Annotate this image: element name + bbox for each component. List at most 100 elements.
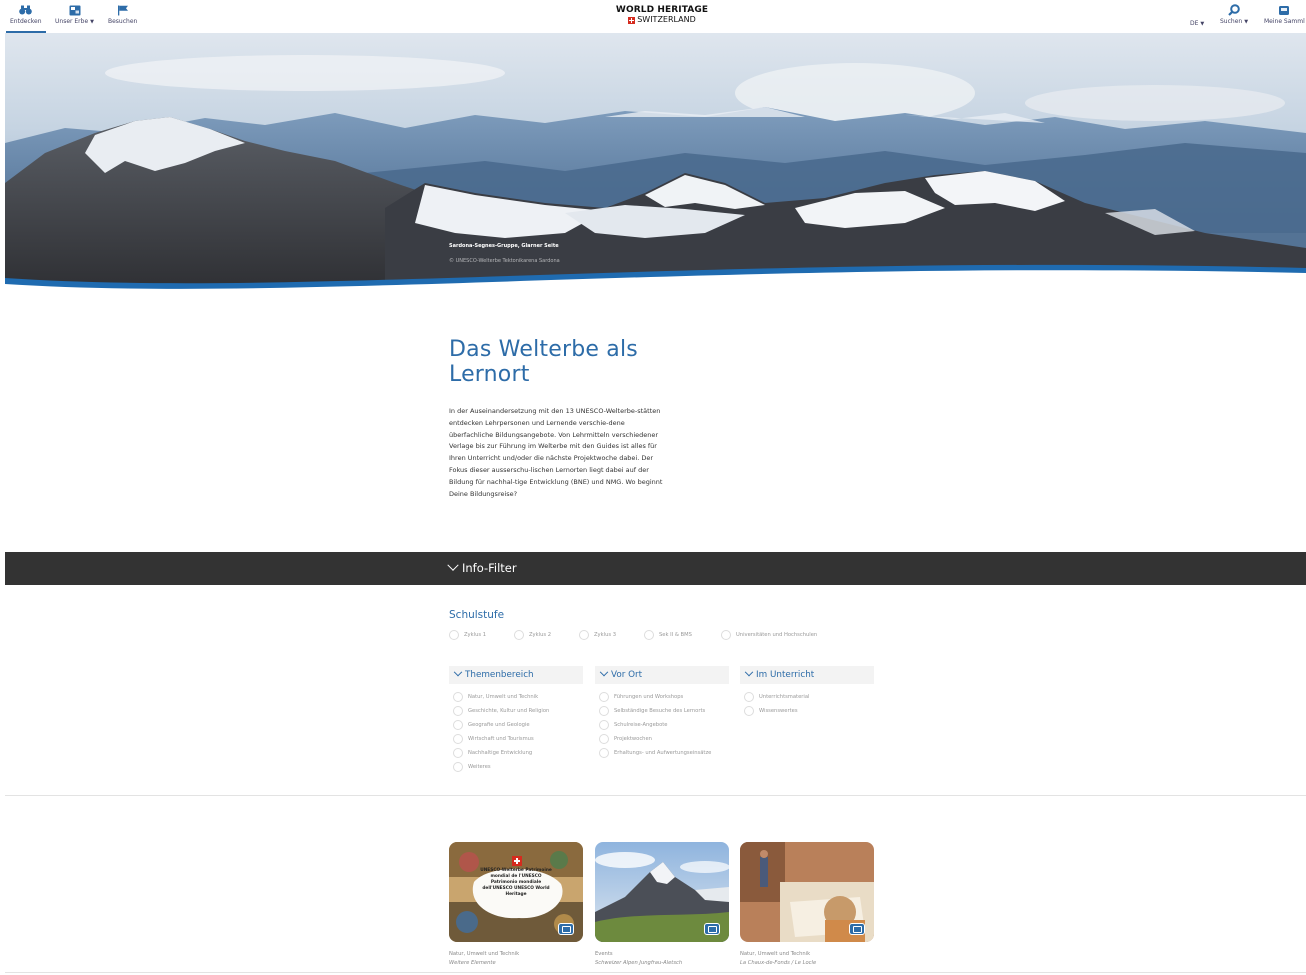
radio-label: Schulreise-Angebote: [614, 722, 668, 728]
radio-option[interactable]: Führungen und Workshops: [599, 690, 729, 704]
radio-circle[interactable]: [453, 720, 463, 730]
chevron-down-icon: [447, 559, 459, 571]
radio-zyklus-1[interactable]: Zyklus 1: [449, 630, 514, 640]
radio-circle[interactable]: [453, 706, 463, 716]
card-image-mountain[interactable]: [595, 842, 729, 942]
info-filter-toggle[interactable]: Info-Filter: [447, 559, 517, 575]
radio-option[interactable]: Weiteres: [453, 760, 583, 774]
card-image-museum[interactable]: [740, 842, 874, 942]
radio-option[interactable]: Nachhaltige Entwicklung: [453, 746, 583, 760]
learning-material-icon: [704, 923, 720, 935]
radio-option[interactable]: Natur, Umwelt und Technik: [453, 690, 583, 704]
radio-label: Projektwochen: [614, 736, 652, 742]
radio-circle[interactable]: [453, 762, 463, 772]
filter-group-title: Vor Ort: [611, 670, 643, 680]
hero-caption-title: Sardona-Segnes-Gruppe, Glarner Seite: [449, 243, 559, 249]
filter-group-header[interactable]: Themenbereich: [449, 666, 583, 684]
nav-label: Suchen: [1220, 18, 1243, 25]
top-navigation: Entdecken Unser Erbe ▼ Besuchen WORLD HER…: [0, 0, 1306, 33]
radio-label: Universitäten und Hochschulen: [736, 632, 818, 638]
filter-options: Führungen und Workshops Selbständige Bes…: [595, 690, 729, 760]
radio-label: Wissenswertes: [759, 708, 798, 714]
nav-suchen[interactable]: Suchen ▼: [1220, 4, 1248, 25]
language-label: DE: [1190, 20, 1199, 27]
radio-circle[interactable]: [644, 630, 654, 640]
radio-sek-ii-bms[interactable]: Sek II & BMS: [644, 630, 721, 640]
card-image-unesco-poster[interactable]: UNESCO-Welterbe Patrimoine mondial de l'…: [449, 842, 583, 942]
radio-circle[interactable]: [453, 692, 463, 702]
info-filter-bar[interactable]: Info-Filter: [5, 552, 1306, 585]
radio-circle[interactable]: [453, 748, 463, 758]
card-category: Natur, Umwelt und Technik: [449, 951, 520, 957]
radio-option[interactable]: Selbständige Besuche des Lernorts: [599, 704, 729, 718]
hero-banner: Sardona-Segnes-Gruppe, Glarner Seite © U…: [5, 33, 1306, 303]
schulstufe-heading: Schulstufe: [449, 609, 505, 621]
radio-circle[interactable]: [449, 630, 459, 640]
filter-group-header[interactable]: Im Unterricht: [740, 666, 874, 684]
filter-group-title: Im Unterricht: [756, 670, 815, 680]
radio-label: Sek II & BMS: [659, 632, 692, 638]
nav-label: Meine Samml: [1264, 18, 1305, 25]
card-subtitle: La Chaux-de-Fonds / Le Locle: [740, 960, 817, 966]
nav-meine-sammlung[interactable]: Meine Samml: [1264, 4, 1305, 25]
chevron-down-icon: ▼: [1200, 21, 1205, 27]
hero-caption: Sardona-Segnes-Gruppe, Glarner Seite © U…: [449, 243, 560, 264]
radio-circle[interactable]: [744, 706, 754, 716]
radio-zyklus-2[interactable]: Zyklus 2: [514, 630, 579, 640]
radio-option[interactable]: Geschichte, Kultur und Religion: [453, 704, 583, 718]
divider: [5, 795, 1306, 796]
divider: [5, 972, 1306, 973]
result-card[interactable]: Events Schweizer Alpen Jungfrau-Aletsch: [595, 842, 729, 966]
filter-group-header[interactable]: Vor Ort: [595, 666, 729, 684]
filter-group-themenbereich: Themenbereich Natur, Umwelt und Technik …: [449, 666, 583, 774]
nav-label-wrap: Suchen ▼: [1220, 18, 1248, 25]
intro-paragraph: In der Auseinandersetzung mit den 13 UNE…: [449, 407, 663, 498]
radio-circle[interactable]: [599, 720, 609, 730]
radio-label: Zyklus 1: [464, 632, 487, 638]
hero-mountain-image: [5, 33, 1306, 303]
card-category: Events: [595, 951, 613, 957]
radio-label: Geschichte, Kultur und Religion: [468, 708, 550, 714]
map-book-icon: [68, 4, 82, 16]
world-heritage-logo[interactable]: WORLD HERITAGE SWITZERLAND: [560, 6, 764, 24]
radio-option[interactable]: Erhaltungs- und Aufwertungseinsätze: [599, 746, 729, 760]
radio-circle[interactable]: [721, 630, 731, 640]
chevron-down-icon: [744, 667, 754, 677]
card-subtitle: Weitere Elemente: [449, 960, 496, 966]
nav-entdecken[interactable]: Entdecken: [6, 4, 45, 33]
filter-options: Natur, Umwelt und Technik Geschichte, Ku…: [449, 690, 583, 774]
nav-besuchen[interactable]: Besuchen: [108, 4, 137, 25]
radio-circle[interactable]: [514, 630, 524, 640]
learning-material-icon: [849, 923, 865, 935]
radio-circle[interactable]: [599, 734, 609, 744]
filter-group-im-unterricht: Im Unterricht Unterrichtsmaterial Wissen…: [740, 666, 874, 718]
radio-label: Zyklus 3: [594, 632, 617, 638]
radio-option[interactable]: Unterrichtsmaterial: [744, 690, 874, 704]
swiss-flag-icon: [628, 16, 636, 24]
radio-option[interactable]: Wissenswertes: [744, 704, 874, 718]
radio-circle[interactable]: [453, 734, 463, 744]
radio-option[interactable]: Wirtschaft und Tourismus: [453, 732, 583, 746]
learning-material-icon: [558, 923, 574, 935]
result-card[interactable]: UNESCO-Welterbe Patrimoine mondial de l'…: [449, 842, 583, 966]
radio-option[interactable]: Projektwochen: [599, 732, 729, 746]
filter-options: Unterrichtsmaterial Wissenswertes: [740, 690, 874, 718]
language-selector[interactable]: DE ▼: [1190, 20, 1204, 27]
card-category: Natur, Umwelt und Technik: [740, 951, 811, 957]
radio-circle[interactable]: [744, 692, 754, 702]
radio-label: Geografie und Geologie: [468, 722, 530, 728]
nav-unser-erbe[interactable]: Unser Erbe ▼: [55, 4, 94, 25]
radio-option[interactable]: Geografie und Geologie: [453, 718, 583, 732]
radio-universitaeten[interactable]: Universitäten und Hochschulen: [721, 630, 817, 640]
flag-icon: [116, 4, 130, 16]
result-card[interactable]: Natur, Umwelt und Technik La Chaux-de-Fo…: [740, 842, 874, 966]
radio-circle[interactable]: [599, 748, 609, 758]
radio-label: Weiteres: [468, 764, 491, 770]
filter-group-vor-ort: Vor Ort Führungen und Workshops Selbstän…: [595, 666, 729, 760]
radio-circle[interactable]: [599, 692, 609, 702]
radio-circle[interactable]: [599, 706, 609, 716]
radio-zyklus-3[interactable]: Zyklus 3: [579, 630, 644, 640]
radio-label: Natur, Umwelt und Technik: [468, 694, 539, 700]
radio-option[interactable]: Schulreise-Angebote: [599, 718, 729, 732]
radio-circle[interactable]: [579, 630, 589, 640]
